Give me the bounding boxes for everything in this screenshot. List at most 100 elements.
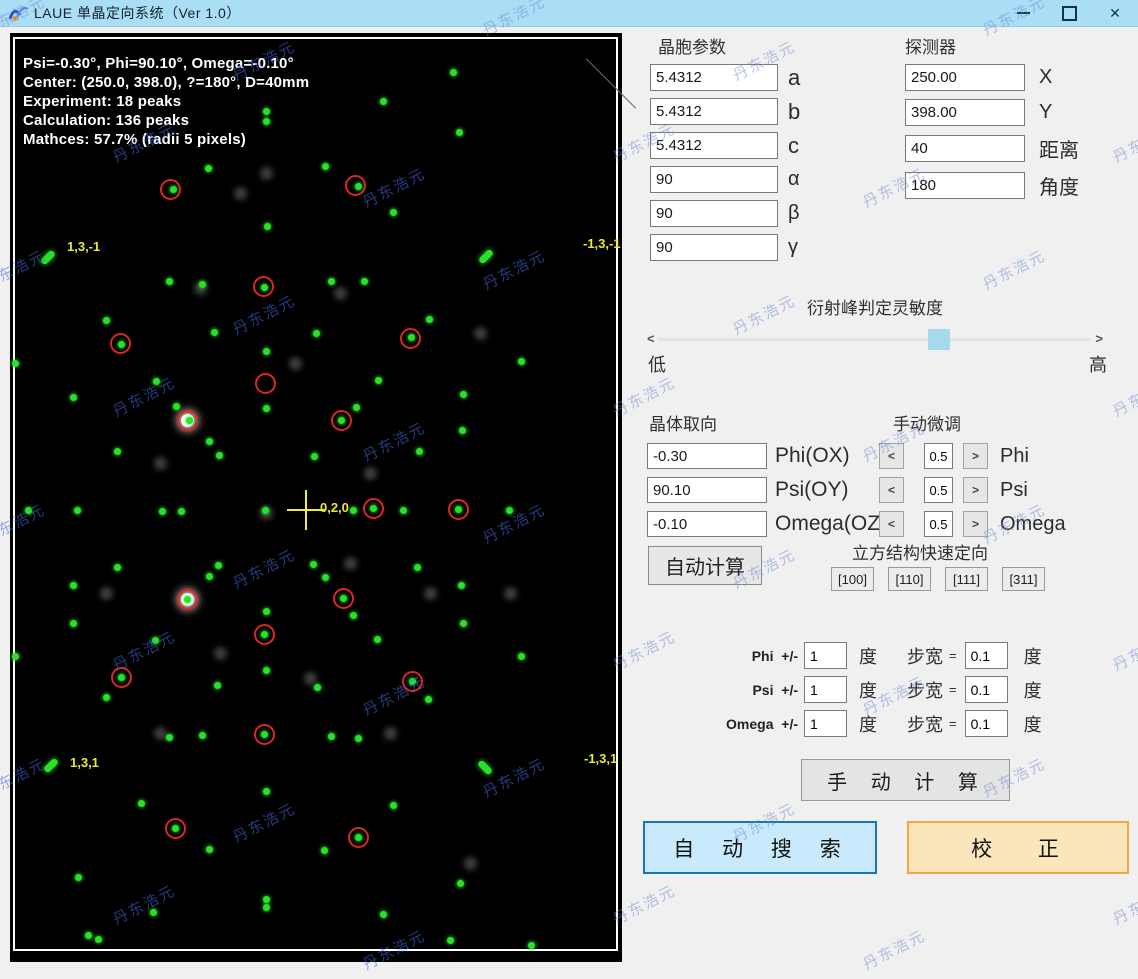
slider-thumb[interactable]: [928, 329, 950, 350]
orientation-input-Omega(OZ)[interactable]: [647, 511, 767, 537]
fine-tune-decrease-button[interactable]: <: [879, 511, 904, 537]
cubic-orientation-button-110[interactable]: [110]: [888, 567, 931, 591]
orientation-input-Phi(OX)[interactable]: [647, 443, 767, 469]
detector-label: Y: [1039, 101, 1053, 123]
calculated-peak-dot: [447, 937, 454, 944]
faint-blob: [364, 467, 377, 480]
scan-range-input[interactable]: [804, 676, 847, 703]
cubic-orientation-button-111[interactable]: [111]: [945, 567, 988, 591]
calculated-peak-dot: [426, 316, 433, 323]
cell-param-input-α[interactable]: [650, 166, 778, 193]
calibrate-button[interactable]: 校 正: [907, 821, 1129, 874]
overlay-line: Calculation: 136 peaks: [23, 112, 190, 129]
scan-row: Psi +/- 度 步宽 = 度: [718, 676, 1042, 703]
auto-calculate-button[interactable]: 自动计算: [648, 546, 762, 585]
fine-tune-increase-button[interactable]: >: [963, 477, 988, 503]
scan-range-input[interactable]: [804, 642, 847, 669]
cell-param-label: β: [788, 202, 800, 224]
calculated-peak-dot: [416, 448, 423, 455]
detector-input-X[interactable]: [905, 64, 1025, 91]
center-crosshair: [305, 490, 307, 530]
fine-tune-axis-label: Omega: [1000, 512, 1066, 535]
fine-tune-decrease-button[interactable]: <: [879, 477, 904, 503]
calculated-peak-dot: [460, 391, 467, 398]
detector-label: 距离: [1039, 140, 1079, 162]
degree-label: 度: [1023, 714, 1042, 735]
scan-step-input[interactable]: [964, 676, 1008, 703]
scan-range-input[interactable]: [804, 710, 847, 737]
fine-tune-decrease-button[interactable]: <: [879, 443, 904, 469]
calculated-peak-dot: [455, 506, 462, 513]
calculated-peak-dot: [75, 874, 82, 881]
faint-blob: [384, 727, 397, 740]
overlay-line: Psi=-0.30°, Phi=90.10°, Omega=-0.10°: [23, 55, 294, 72]
fine-tune-step-input[interactable]: [924, 477, 953, 503]
cell-param-input-β[interactable]: [650, 200, 778, 227]
auto-search-button[interactable]: 自 动 搜 索: [643, 821, 877, 874]
cell-param-label: b: [788, 98, 801, 124]
fine-tune-increase-button[interactable]: >: [963, 443, 988, 469]
calculated-peak-dot: [460, 620, 467, 627]
calculated-peak-dot: [355, 183, 362, 190]
scan-step-input[interactable]: [964, 642, 1008, 669]
cubic-orientation-button-100[interactable]: [100]: [831, 567, 874, 591]
fine-tune-axis-label: Psi: [1000, 478, 1028, 501]
detector-row: X: [903, 64, 1138, 91]
degree-label: 度: [859, 646, 877, 667]
scan-row: Omega +/- 度 步宽 = 度: [718, 710, 1042, 737]
detector-input-距离[interactable]: [905, 135, 1025, 162]
cell-param-label: a: [788, 64, 801, 90]
slider-track[interactable]: [659, 338, 1091, 341]
faint-blob: [289, 357, 302, 370]
maximize-icon: [1061, 5, 1077, 21]
calculated-peak-dot: [370, 505, 377, 512]
cell-param-input-γ[interactable]: [650, 234, 778, 261]
faint-blob: [424, 587, 437, 600]
cell-param-label: γ: [788, 236, 798, 258]
cell-param-input-a[interactable]: [650, 64, 778, 91]
calculated-peak-dot: [199, 732, 206, 739]
calculated-peak-dot: [166, 734, 173, 741]
cell-param-row: γ: [650, 234, 900, 261]
slider-left-arrow[interactable]: <: [647, 331, 655, 346]
step-width-label: 步宽: [907, 646, 943, 667]
fine-tune-step-input[interactable]: [924, 443, 953, 469]
calculated-peak-dot: [310, 561, 317, 568]
fine-tune-increase-button[interactable]: >: [963, 511, 988, 537]
calculated-peak-dot: [70, 582, 77, 589]
watermark-text: 丹东浩元: [1110, 628, 1138, 675]
minimize-button[interactable]: [1000, 0, 1046, 26]
calculated-peak-dot: [328, 733, 335, 740]
orientation-row: Psi(OY): [647, 477, 887, 503]
orientation-input-Psi(OY)[interactable]: [647, 477, 767, 503]
image-frame: [13, 37, 618, 951]
calculated-peak-dot: [314, 684, 321, 691]
scan-step-input[interactable]: [964, 710, 1008, 737]
detector-input-角度[interactable]: [905, 172, 1025, 199]
close-button[interactable]: ✕: [1092, 0, 1138, 26]
hkl-label: -1,3,1: [584, 751, 618, 766]
maximize-button[interactable]: [1046, 0, 1092, 26]
manual-calculate-button[interactable]: 手 动 计 算: [801, 759, 1010, 801]
cell-param-row: β: [650, 200, 900, 227]
cubic-orientation-button-311[interactable]: [311]: [1002, 567, 1045, 591]
slider-right-arrow[interactable]: >: [1095, 331, 1103, 346]
cell-param-input-c[interactable]: [650, 132, 778, 159]
calculated-peak-dot: [206, 438, 213, 445]
calculated-peak-dot: [85, 932, 92, 939]
calculated-peak-dot: [206, 846, 213, 853]
orientation-label: Phi(OX): [775, 444, 850, 467]
calculated-peak-dot: [313, 330, 320, 337]
laue-pattern-panel[interactable]: Psi=-0.30°, Phi=90.10°, Omega=-0.10° Cent…: [10, 33, 637, 962]
faint-blob: [334, 287, 347, 300]
calculated-peak-dot: [216, 452, 223, 459]
fine-tune-step-input[interactable]: [924, 511, 953, 537]
detector-input-Y[interactable]: [905, 99, 1025, 126]
calculated-peak-dot: [103, 317, 110, 324]
sensitivity-slider[interactable]: < >: [645, 329, 1105, 353]
cell-param-row: α: [650, 166, 900, 193]
detector-label: 角度: [1039, 177, 1079, 199]
calculated-peak-dot: [152, 637, 159, 644]
orientation-row: Phi(OX): [647, 443, 887, 469]
cell-param-input-b[interactable]: [650, 98, 778, 125]
